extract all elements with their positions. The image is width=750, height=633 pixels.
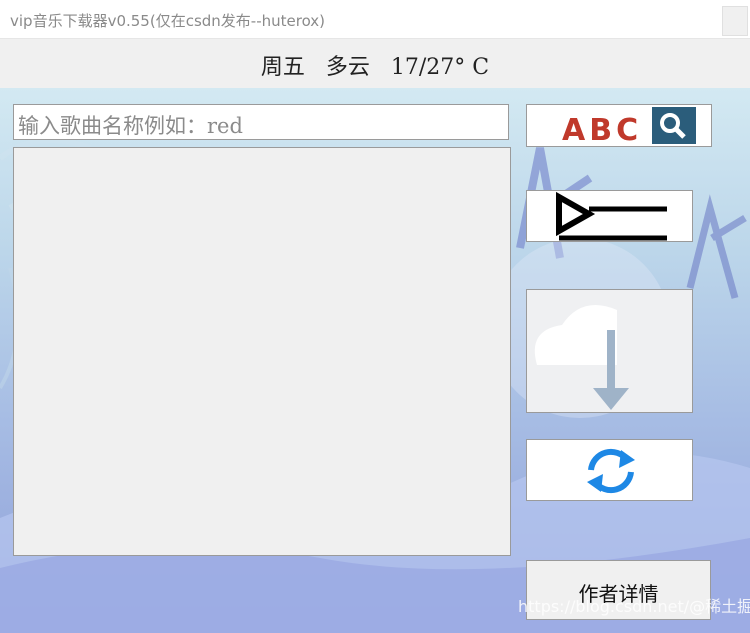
watermark: https://blog.csdn.net/@稀土掘金技术社区	[518, 597, 750, 616]
weather-bar: 周五 多云 17/27° C	[0, 39, 750, 88]
close-button[interactable]	[722, 6, 748, 36]
cloud-download-icon	[534, 305, 629, 410]
weather-label: 周五 多云 17/27° C	[260, 55, 490, 80]
title-bar: vip音乐下载器v0.55(仅在csdn发布--huterox)	[0, 0, 750, 39]
search-button[interactable]: ABC	[526, 104, 712, 147]
download-button[interactable]	[526, 289, 693, 413]
abc-search-icon: ABC	[562, 107, 696, 146]
background-scene: 输入歌曲名称例如：red ABC 作者详情 https://blog.csdn.…	[0, 88, 750, 633]
results-list[interactable]	[13, 147, 511, 556]
abc-text: ABC	[562, 113, 642, 146]
play-list-icon	[556, 191, 667, 241]
refresh-icon	[587, 448, 635, 494]
search-input[interactable]: 输入歌曲名称例如：red	[13, 104, 509, 140]
refresh-button[interactable]	[526, 439, 693, 501]
playlist-button[interactable]	[526, 190, 693, 242]
window-title: vip音乐下载器v0.55(仅在csdn发布--huterox)	[10, 12, 326, 30]
